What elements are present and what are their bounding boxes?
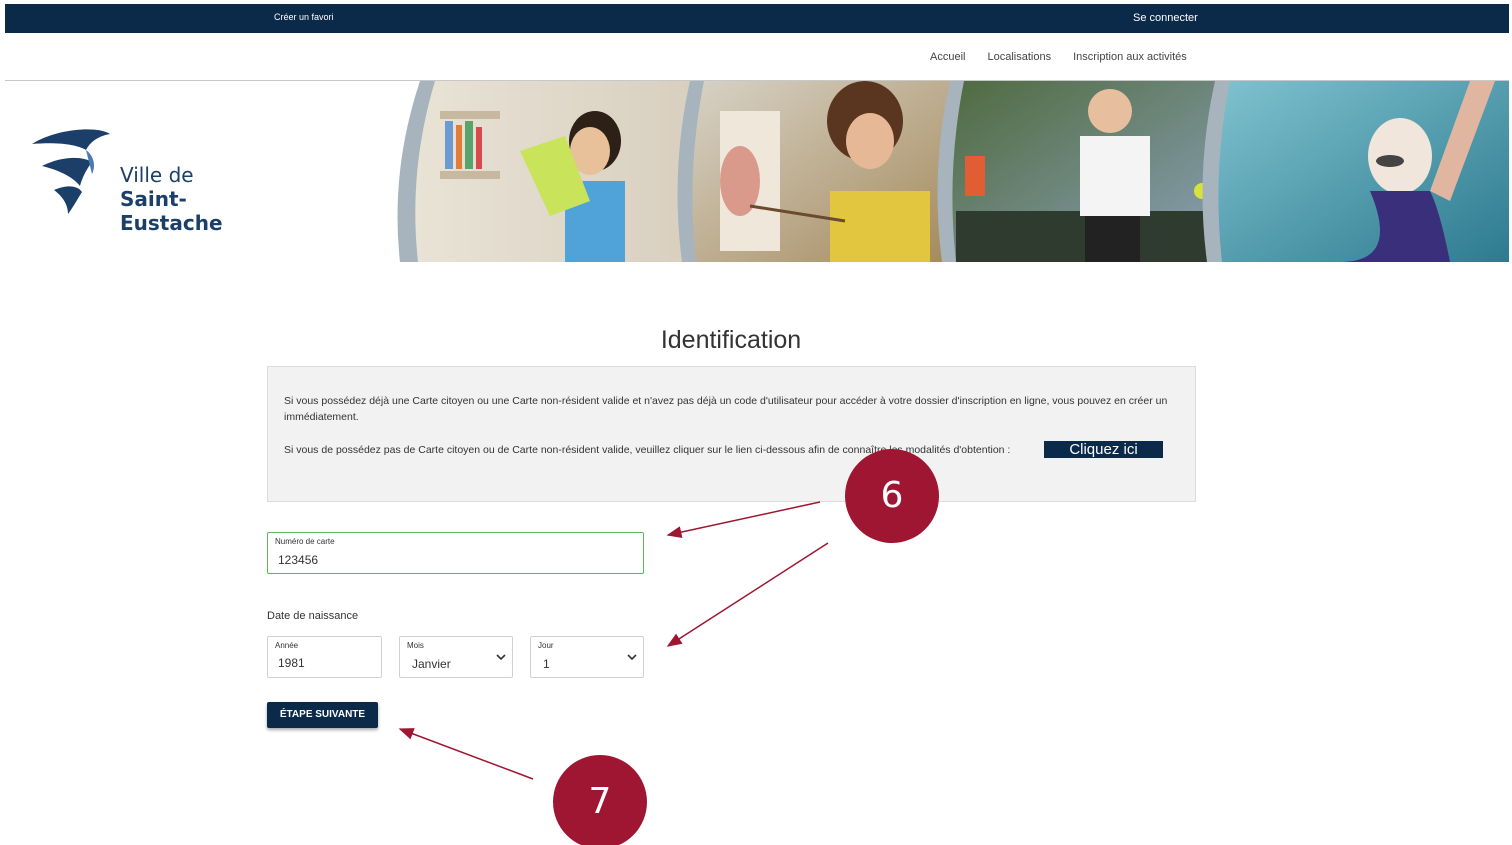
main-nav: Accueil Localisations Inscription aux ac… (930, 51, 1209, 63)
birth-day-select[interactable]: Jour 1 (530, 636, 644, 678)
login-link[interactable]: Se connecter (1133, 12, 1198, 24)
city-logo[interactable]: Ville de Saint-Eustache (28, 126, 288, 235)
birth-month-value: Janvier (412, 657, 451, 671)
info-paragraph-existing-card: Si vous possédez déjà une Carte citoyen … (284, 395, 1168, 423)
info-paragraph-no-card: Si vous de possédez pas de Carte citoyen… (284, 444, 1011, 456)
logo-text-ville-de: Ville de (120, 163, 194, 187)
swallow-logo-icon (32, 129, 110, 214)
logo-text-saint-eustache: Saint-Eustache (120, 187, 223, 235)
card-number-field[interactable]: Numéro de carte 123456 (267, 532, 644, 574)
nav-item-localisations[interactable]: Localisations (987, 51, 1051, 63)
annotation-arrow-birthdate (666, 542, 829, 647)
birth-day-value: 1 (543, 657, 550, 671)
page: Créer un favori Se connecter Accueil Loc… (0, 0, 1512, 845)
birth-year-value: 1981 (278, 656, 305, 670)
annotation-badge-6: 6 (845, 449, 939, 543)
page-title: Identification (660, 326, 802, 354)
info-box: Si vous possédez déjà une Carte citoyen … (267, 366, 1196, 502)
annotation-arrow-card (666, 501, 821, 538)
card-number-label: Numéro de carte (275, 537, 335, 546)
nav-item-accueil[interactable]: Accueil (930, 51, 965, 63)
birth-month-label: Mois (407, 641, 424, 650)
birth-month-select[interactable]: Mois Janvier (399, 636, 513, 678)
chevron-down-icon (496, 654, 506, 661)
birthdate-label: Date de naissance (267, 610, 359, 622)
nav-item-inscription[interactable]: Inscription aux activités (1073, 51, 1187, 63)
next-step-button[interactable]: ÉTAPE SUIVANTE (267, 702, 378, 728)
birth-year-label: Année (275, 641, 299, 650)
card-number-value: 123456 (278, 553, 319, 567)
birth-day-label: Jour (538, 641, 554, 650)
click-here-button[interactable]: Cliquez ici (1044, 441, 1163, 458)
header-banner-image (397, 81, 1509, 262)
top-bar: Créer un favori Se connecter (5, 4, 1509, 33)
annotation-badge-7: 7 (553, 755, 647, 845)
create-favorite-link[interactable]: Créer un favori (274, 12, 334, 22)
chevron-down-icon (627, 654, 637, 661)
annotation-arrow-next (398, 728, 534, 780)
birth-year-field[interactable]: Année 1981 (267, 636, 382, 678)
